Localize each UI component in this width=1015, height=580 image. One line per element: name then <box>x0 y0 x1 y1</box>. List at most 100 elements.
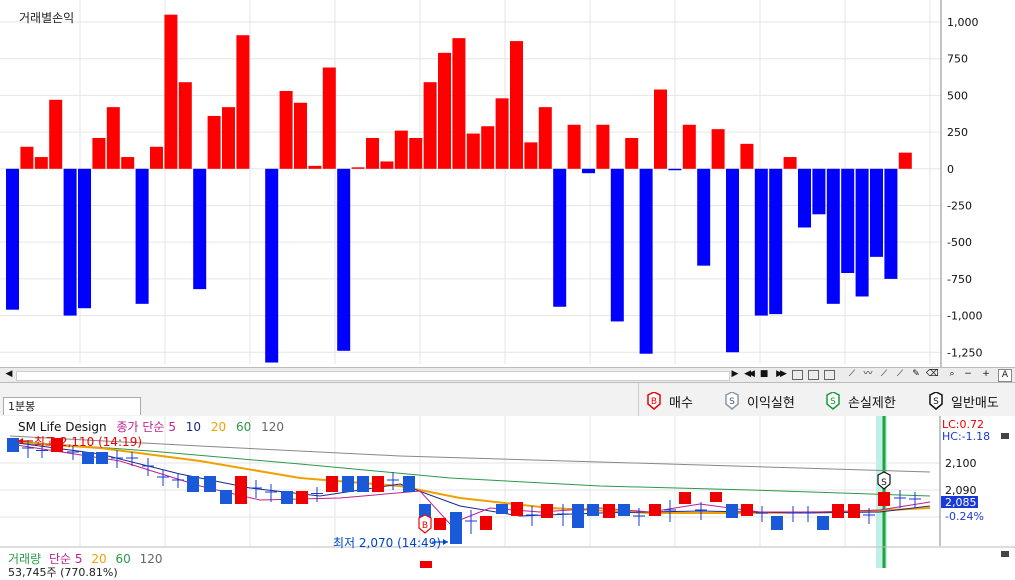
down-candle <box>342 476 354 492</box>
draw-fib-icon[interactable]: ⟋ <box>894 369 906 380</box>
up-candle <box>541 504 553 518</box>
profit-bar <box>409 137 423 169</box>
layout-icon[interactable] <box>824 370 835 380</box>
profit-bar <box>265 168 279 363</box>
profit-bar <box>798 168 811 228</box>
legend-profit: S 이익실현 <box>725 389 795 413</box>
profit-bar <box>783 157 797 169</box>
stop-button[interactable]: ■ <box>758 369 770 380</box>
profit-bar <box>812 168 826 215</box>
profit-bar <box>870 168 883 257</box>
profit-bar <box>150 146 163 169</box>
draw-line-icon[interactable]: ⟋ <box>846 369 858 380</box>
scrollbar-track[interactable] <box>16 371 730 381</box>
ma5-label: 5 <box>168 420 176 434</box>
profit-bar <box>193 168 207 290</box>
copy-icon[interactable] <box>808 370 819 380</box>
profit-bar <box>884 168 898 279</box>
down-candle <box>187 476 199 492</box>
search-icon[interactable]: ⌕ <box>946 369 958 380</box>
profit-bar <box>222 107 235 169</box>
profit-marker-icon: S <box>725 392 739 410</box>
profit-bar <box>466 133 480 169</box>
profit-bar <box>682 124 696 169</box>
scroll-right-button[interactable]: ▶ <box>729 369 741 380</box>
pencil-icon[interactable]: ✎ <box>910 369 922 380</box>
ma-indicator-label: 종가 단순 <box>116 420 165 434</box>
profit-bar <box>697 168 711 266</box>
window-icon[interactable] <box>792 370 803 380</box>
zoom-out-button[interactable]: − <box>962 369 974 380</box>
profit-bar <box>452 38 466 169</box>
instrument-name: SM Life Design <box>18 420 107 434</box>
y-tick-label: -1,000 <box>947 310 982 323</box>
down-candle <box>357 476 369 492</box>
down-candle <box>7 438 19 452</box>
svg-text:S: S <box>881 478 887 488</box>
legend-sell-label: 일반매도 <box>951 394 999 410</box>
profit-bar <box>438 52 451 169</box>
up-candle <box>603 504 615 518</box>
down-candle <box>450 512 462 544</box>
profit-bar <box>207 115 221 169</box>
up-candle <box>878 492 890 506</box>
prev-page-button[interactable]: ◀◀ <box>742 369 755 380</box>
profit-bar <box>769 168 783 315</box>
profit-bar <box>78 168 91 309</box>
zoom-in-button[interactable]: + <box>980 369 992 380</box>
ma10-label: 10 <box>185 420 202 434</box>
up-candle <box>511 502 523 516</box>
y-tick-label: 1,000 <box>947 16 979 29</box>
legend-buy-label: 매수 <box>669 394 693 410</box>
buy-marker-icon: B <box>647 392 661 410</box>
price-candle-chart: B S 2,100 2,090 2,085 -0.24% LC:0.72 HC:… <box>0 416 1015 579</box>
ma60-label: 60 <box>236 420 252 434</box>
profit-bar <box>654 89 667 169</box>
svg-text:S: S <box>729 397 735 407</box>
stoploss-marker-icon: S <box>826 392 840 410</box>
up-candle <box>848 504 860 518</box>
profit-bar <box>898 152 912 169</box>
tab-1min[interactable]: 1분봉 <box>3 397 141 415</box>
profit-bar <box>294 102 307 169</box>
up-candle <box>741 504 753 516</box>
up-candle <box>649 504 661 516</box>
eraser-icon[interactable]: ⌫ <box>926 369 939 380</box>
scroll-left-button[interactable]: ◀ <box>3 369 15 380</box>
down-candle <box>587 504 599 516</box>
profit-bar <box>711 129 725 169</box>
y-tick-label: -750 <box>947 273 972 286</box>
draw-wave-icon[interactable]: 〰 <box>862 369 874 380</box>
profit-bar <box>538 107 552 169</box>
profit-bar <box>106 107 120 169</box>
y-tick-label: 500 <box>947 89 968 102</box>
chart-scroll-toolbar: ◀ ▶ ◀◀ ■ ▶▶ ⟋ 〰 ⟋ ⟋ ✎ ⌫ ⌕ − + A <box>0 367 1015 383</box>
up-candle <box>679 492 691 504</box>
legend-profit-label: 이익실현 <box>747 394 795 410</box>
next-page-button[interactable]: ▶▶ <box>774 369 787 380</box>
profit-bar <box>308 165 322 169</box>
price-panel-toggle[interactable] <box>1001 433 1009 439</box>
svg-text:2,085: 2,085 <box>945 496 977 509</box>
up-candle <box>326 476 338 492</box>
profit-bar <box>596 124 610 169</box>
draw-trend-icon[interactable]: ⟋ <box>878 369 890 380</box>
down-candle <box>726 504 738 518</box>
profit-bar <box>668 168 682 171</box>
up-candle <box>372 476 384 492</box>
volume-panel-toggle[interactable] <box>1001 551 1009 557</box>
profit-bar <box>495 98 509 169</box>
up-candle <box>480 516 492 530</box>
profit-bar <box>351 167 365 169</box>
svg-text:-0.24%: -0.24% <box>945 510 984 523</box>
low-price-label: 최저 2,070 (14:49) <box>333 536 442 550</box>
profit-bar <box>423 82 437 169</box>
profit-bar <box>366 137 379 169</box>
down-candle <box>496 504 508 514</box>
profit-bar <box>337 168 351 351</box>
down-candle <box>96 452 108 464</box>
up-candle <box>296 491 308 504</box>
down-candle <box>572 504 584 528</box>
font-button[interactable]: A <box>998 369 1012 382</box>
down-candle <box>817 516 829 530</box>
